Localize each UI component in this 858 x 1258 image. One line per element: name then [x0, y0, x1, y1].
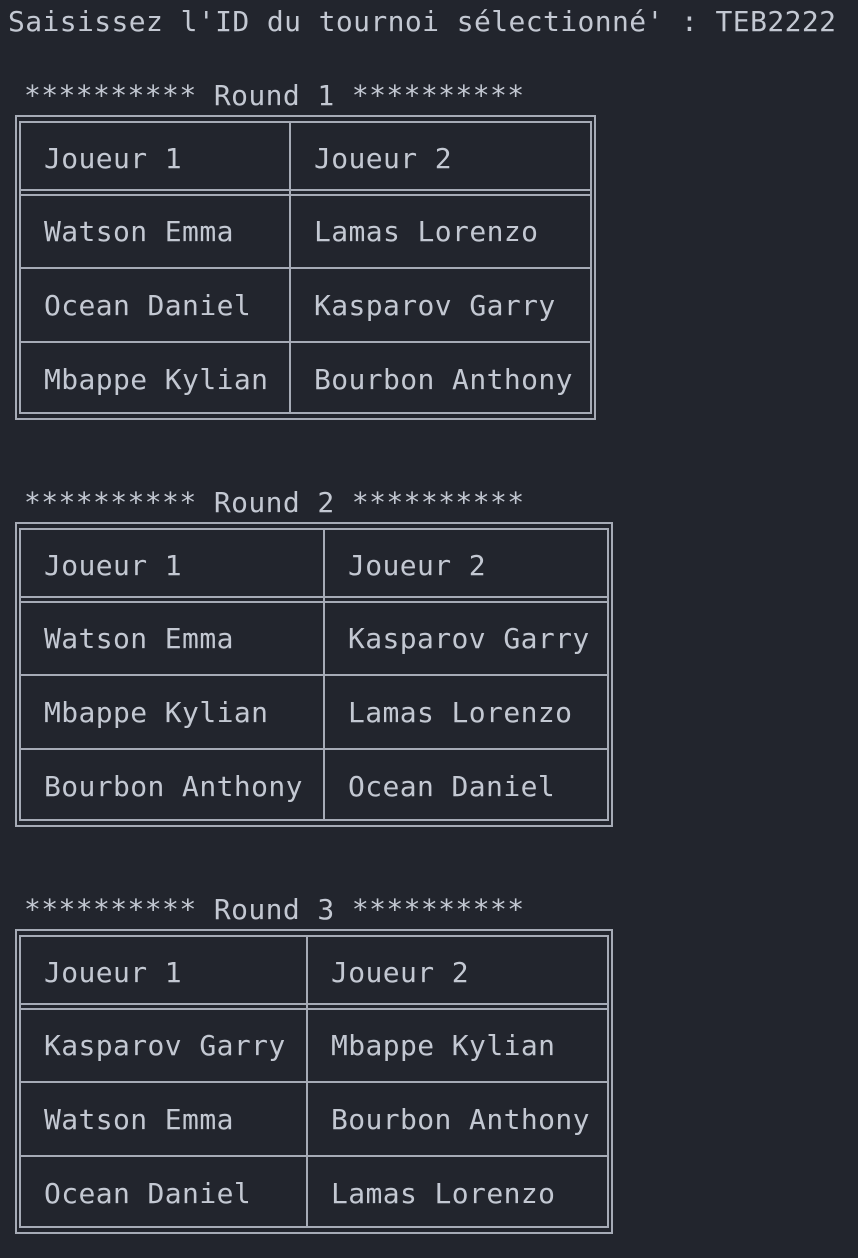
player-2-cell: Kasparov Garry [348, 622, 590, 655]
player-1-cell: Bourbon Anthony [44, 770, 303, 803]
table-row: Bourbon Anthony Ocean Daniel [21, 751, 607, 823]
pairings-table: Joueur 1 Joueur 2 Kasparov Garry Mbappe … [15, 929, 613, 1234]
player-1-cell: Mbappe Kylian [44, 363, 269, 396]
player-1-cell: Watson Emma [44, 215, 234, 248]
table-row: Mbappe Kylian Bourbon Anthony [21, 344, 590, 416]
round-title: ********** Round 3 ********** [24, 893, 525, 926]
header-player-2: Joueur 2 [348, 549, 487, 582]
round-title: ********** Round 2 ********** [24, 486, 525, 519]
player-2-cell: Kasparov Garry [314, 289, 556, 322]
player-2-cell: Ocean Daniel [348, 770, 556, 803]
player-1-cell: Watson Emma [44, 1103, 234, 1136]
table-row: Mbappe Kylian Lamas Lorenzo [21, 677, 607, 749]
table-row: Ocean Daniel Kasparov Garry [21, 270, 590, 342]
pairings-table: Joueur 1 Joueur 2 Watson Emma Kasparov G… [15, 522, 613, 827]
player-2-cell: Bourbon Anthony [314, 363, 573, 396]
header-player-2: Joueur 2 [314, 142, 453, 175]
header-player-1: Joueur 1 [44, 956, 183, 989]
player-1-cell: Mbappe Kylian [44, 696, 269, 729]
table-row: Watson Emma Kasparov Garry [21, 603, 607, 675]
table-header-row: Joueur 1 Joueur 2 [21, 937, 607, 1009]
player-2-cell: Mbappe Kylian [331, 1029, 556, 1062]
pairings-table: Joueur 1 Joueur 2 Watson Emma Lamas Lore… [15, 115, 596, 420]
player-1-cell: Ocean Daniel [44, 1177, 252, 1210]
player-1-cell: Watson Emma [44, 622, 234, 655]
table-header-row: Joueur 1 Joueur 2 [21, 530, 607, 602]
table-row: Ocean Daniel Lamas Lorenzo [21, 1158, 607, 1230]
table-row: Kasparov Garry Mbappe Kylian [21, 1010, 607, 1082]
header-player-2: Joueur 2 [331, 956, 470, 989]
player-1-cell: Kasparov Garry [44, 1029, 286, 1062]
tournament-id-prompt: Saisissez l'ID du tournoi sélectionné' :… [8, 5, 837, 38]
player-2-cell: Lamas Lorenzo [331, 1177, 556, 1210]
player-1-cell: Ocean Daniel [44, 289, 252, 322]
header-player-1: Joueur 1 [44, 549, 183, 582]
table-header-row: Joueur 1 Joueur 2 [21, 123, 590, 195]
table-row: Watson Emma Bourbon Anthony [21, 1084, 607, 1156]
player-2-cell: Lamas Lorenzo [314, 215, 539, 248]
header-player-1: Joueur 1 [44, 142, 183, 175]
table-row: Watson Emma Lamas Lorenzo [21, 196, 590, 268]
round-title: ********** Round 1 ********** [24, 79, 525, 112]
player-2-cell: Lamas Lorenzo [348, 696, 573, 729]
player-2-cell: Bourbon Anthony [331, 1103, 590, 1136]
